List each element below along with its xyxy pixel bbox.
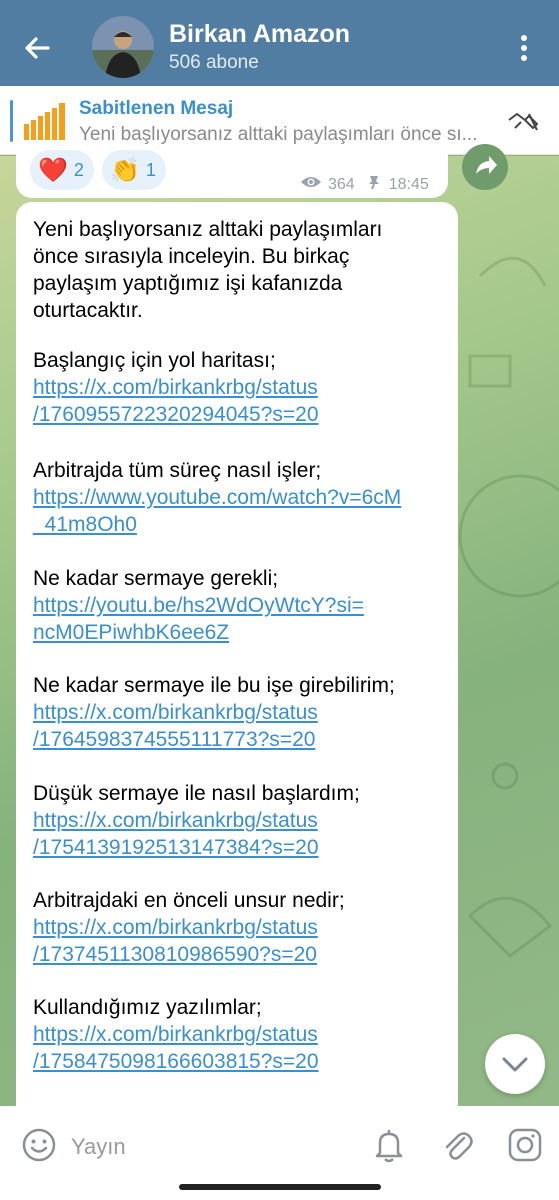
scroll-down-button[interactable] [485, 1034, 545, 1094]
chevron-down-icon [502, 1057, 528, 1072]
section-label: Ne kadar sermaye gerekli; [33, 567, 279, 590]
message-line: paylaşım yaptığımız işi kafanızda [33, 272, 343, 295]
reaction-clap[interactable]: 👏 1 [102, 150, 166, 190]
channel-avatar[interactable] [92, 16, 154, 78]
section-label: Kullandığımız yazılımlar; [33, 996, 262, 1019]
section-capital: Ne kadar sermaye gerekli; https://youtu.… [33, 565, 364, 646]
section-roadmap: Başlangıç için yol haritası; https://x.c… [33, 347, 319, 428]
section-process: Arbitrajda tüm süreç nasıl işler; https:… [33, 457, 401, 538]
section-label: Ne kadar sermaye ile bu işe girebilirim; [33, 674, 395, 697]
broadcast-input[interactable]: Yayın [71, 1134, 126, 1160]
channel-title[interactable]: Birkan Amazon [169, 20, 350, 49]
message-line: önce sırasıyla inceleyin. Bu birkaç [33, 245, 350, 268]
reaction-count: 2 [73, 159, 84, 180]
eye-icon [300, 175, 322, 194]
camera-icon[interactable] [506, 1126, 544, 1164]
pinned-indicator [10, 100, 13, 142]
pinned-title: Sabitlenen Mesaj [79, 98, 234, 119]
section-software: Kullandığımız yazılımlar; https://x.com/… [33, 994, 319, 1075]
heart-icon: ❤️ [38, 156, 68, 184]
link-low-capital[interactable]: /1754139192513147384?s=20 [33, 834, 360, 861]
emoji-icon[interactable] [20, 1126, 58, 1164]
home-indicator [179, 1184, 381, 1190]
pin-icon [367, 174, 381, 195]
more-vertical-icon[interactable] [514, 30, 534, 66]
back-arrow-icon[interactable] [18, 28, 58, 68]
link-process[interactable]: _41m8Oh0 [33, 511, 401, 538]
subscriber-count: 506 abone [169, 52, 259, 73]
link-roadmap[interactable]: /1760955722320294045?s=20 [33, 401, 319, 428]
link-software[interactable]: /1758475098166603815?s=20 [33, 1048, 319, 1075]
link-low-capital[interactable]: https://x.com/birkankrbg/status [33, 807, 360, 834]
bell-icon[interactable] [372, 1126, 406, 1164]
section-label: Başlangıç için yol haritası; [33, 349, 276, 372]
message-meta: 364 18:45 [300, 174, 429, 195]
link-process[interactable]: https://www.youtube.com/watch?v=6cM [33, 484, 401, 511]
link-capital[interactable]: ncM0EPiwhbK6ee6Z [33, 619, 364, 646]
link-capital[interactable]: https://youtu.be/hs2WdOyWtcY?si= [33, 592, 364, 619]
link-priority[interactable]: https://x.com/birkankrbg/status [33, 914, 345, 941]
section-priority: Arbitrajdaki en önceli unsur nedir; http… [33, 887, 345, 968]
message-intro: Yeni başlıyorsanız alttaki paylaşımları … [33, 216, 382, 324]
section-label: Arbitrajda tüm süreç nasıl işler; [33, 459, 322, 482]
chat-header: Birkan Amazon 506 abone [0, 0, 559, 86]
paperclip-icon[interactable] [440, 1126, 474, 1164]
message-line: Yeni başlıyorsanız alttaki paylaşımları [33, 218, 383, 241]
section-low-capital: Düşük sermaye ile nasıl başlardım; https… [33, 780, 360, 861]
link-priority[interactable]: /1737451130810986590?s=20 [33, 941, 345, 968]
link-capital-entry[interactable]: https://x.com/birkankrbg/status [33, 699, 395, 726]
link-roadmap[interactable]: https://x.com/birkankrbg/status [33, 374, 319, 401]
message-time: 18:45 [388, 175, 429, 193]
section-label: Arbitrajdaki en önceli unsur nedir; [33, 889, 345, 912]
section-capital-entry: Ne kadar sermaye ile bu işe girebilirim;… [33, 672, 395, 753]
bar-chart-thumbnail-icon [22, 100, 70, 142]
link-software[interactable]: https://x.com/birkankrbg/status [33, 1021, 319, 1048]
unpin-icon[interactable] [503, 104, 543, 138]
message-line: oturtacaktır. [33, 299, 143, 322]
section-label: Düşük sermaye ile nasıl başlardım; [33, 782, 360, 805]
pinned-preview-text: Yeni başlıyorsanız alttaki paylaşımları … [79, 124, 478, 145]
link-capital-entry[interactable]: /1764598374555111773?s=20 [33, 726, 395, 753]
clap-icon: 👏 [110, 156, 140, 184]
reaction-count: 1 [145, 159, 156, 180]
message-bubble [16, 202, 458, 1112]
view-count: 364 [328, 175, 355, 193]
reaction-heart[interactable]: ❤️ 2 [30, 150, 94, 190]
share-button[interactable] [462, 144, 508, 190]
